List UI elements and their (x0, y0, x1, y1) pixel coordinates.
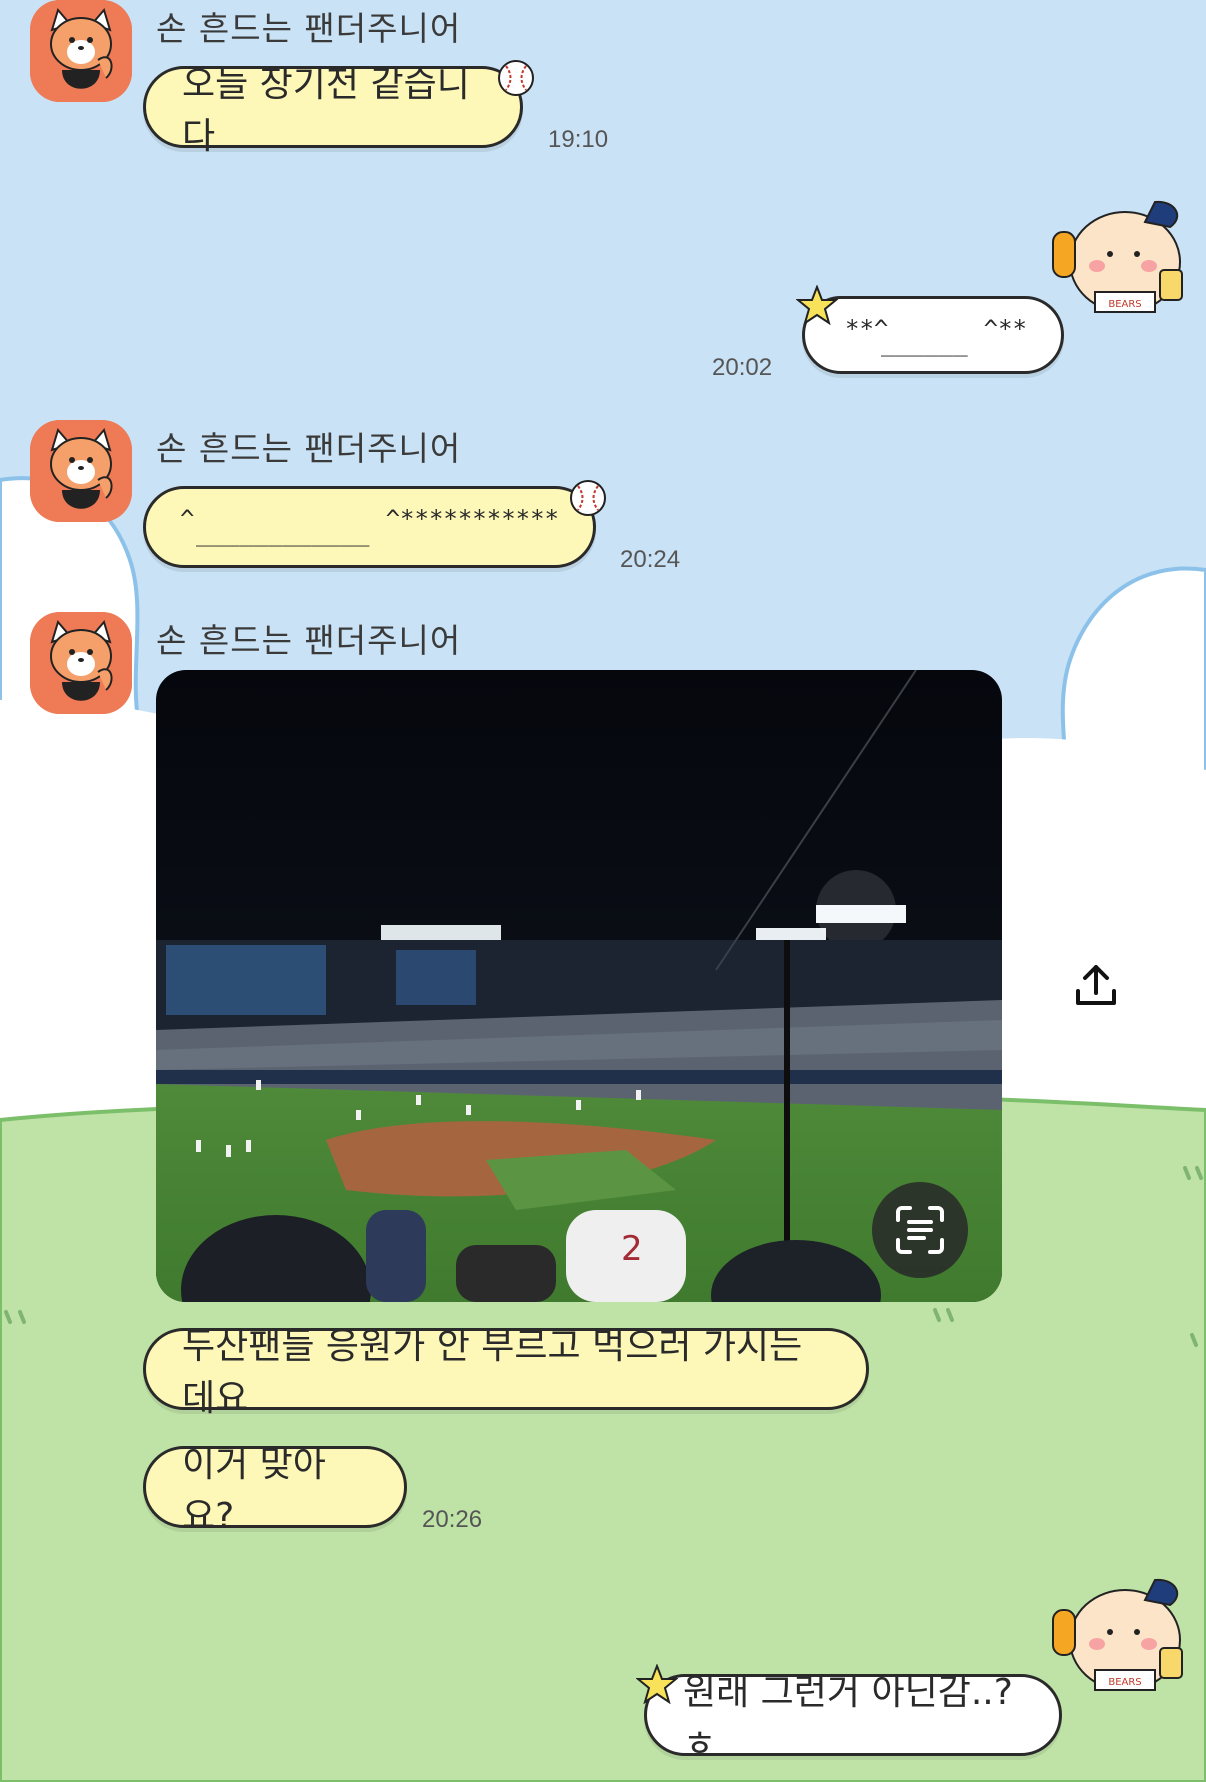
message-text: 이거 맞아요? (182, 1444, 326, 1537)
panda-avatar-icon (30, 0, 132, 102)
message-bubble-mine[interactable]: **^ ^** ______ (802, 296, 1064, 374)
message-text-bottom: ____________ (196, 519, 370, 547)
message-bubble[interactable]: 두산팬들 응원가 안 부르고 먹으러 가시는데요 (143, 1326, 869, 1419)
share-upload-icon (1076, 965, 1116, 1005)
star-icon (796, 285, 838, 325)
avatar-panda-junior[interactable] (30, 0, 132, 102)
avatar-panda-junior[interactable] (30, 420, 132, 522)
message-bubble-mine[interactable]: 원래 그런거 아닌감..?ㅎ (644, 1672, 1062, 1765)
message-text-left: ^ (180, 505, 195, 533)
sender-name: 손 흔드는 팬더주니어 (156, 429, 462, 468)
baseball-stadium-photo: 2 (156, 670, 1002, 1302)
message-bubble[interactable]: ^ ^*********** ____________ (143, 486, 596, 568)
svg-text:BEARS: BEARS (1108, 1677, 1141, 1688)
message-text-right: ^*********** (385, 505, 559, 533)
svg-text:BEARS: BEARS (1108, 299, 1141, 310)
bears-fan-sticker-icon: BEARS (1052, 1578, 1183, 1691)
message-time: 20:26 (422, 1506, 483, 1533)
message-time: 20:24 (620, 546, 681, 573)
message-text: 원래 그런거 아닌감..?ㅎ (683, 1672, 1013, 1765)
share-button[interactable] (1068, 958, 1124, 1014)
baseball-icon (570, 480, 606, 516)
sender-name: 손 흔드는 팬더주니어 (156, 621, 462, 660)
message-bubble[interactable]: 오늘 장기전 같습니다 (143, 64, 523, 157)
panda-avatar-icon (30, 612, 132, 714)
avatar-panda-junior[interactable] (30, 612, 132, 714)
text-scan-icon (896, 1206, 944, 1254)
baseball-icon (498, 60, 534, 96)
text-scan-button[interactable] (872, 1182, 968, 1278)
message-text-right: ^** (983, 315, 1027, 343)
panda-avatar-icon (30, 420, 132, 522)
message-time: 20:02 (712, 354, 773, 381)
svg-text:2: 2 (621, 1229, 643, 1269)
bears-fan-sticker-icon: BEARS (1052, 200, 1183, 313)
message-text-bottom: ______ (881, 329, 968, 357)
message-text: 두산팬들 응원가 안 부르고 먹으러 가시는데요 (182, 1326, 803, 1419)
sender-name: 손 흔드는 팬더주니어 (156, 9, 462, 48)
message-text: 오늘 장기전 같습니다 (182, 64, 470, 157)
message-time: 19:10 (548, 126, 609, 153)
shared-photo[interactable]: 2 (156, 670, 1002, 1302)
message-bubble[interactable]: 이거 맞아요? (143, 1444, 407, 1537)
star-icon (636, 1664, 678, 1704)
